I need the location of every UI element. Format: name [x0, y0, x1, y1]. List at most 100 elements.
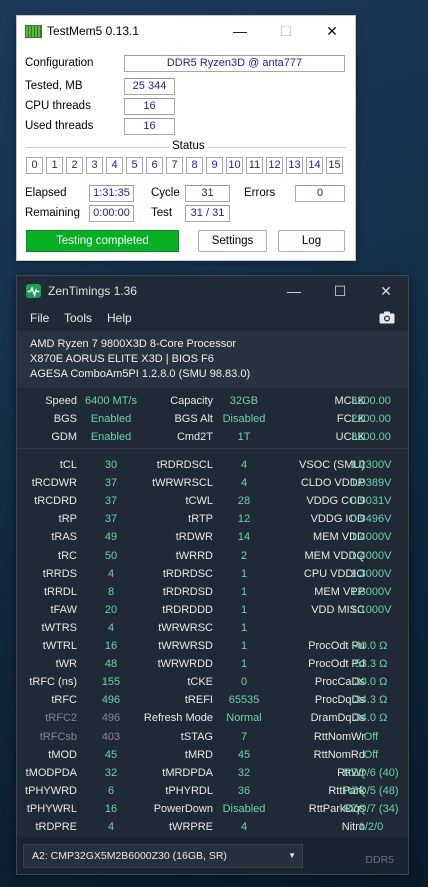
system-info-panel: AMD Ryzen 7 9800X3D 8-Core Processor X87…: [17, 331, 408, 385]
remaining-label: Remaining: [25, 207, 80, 219]
timing-label: tWRWRDD: [157, 658, 213, 671]
thread-status-cell: 13: [286, 157, 303, 174]
timing-label: tWRWRSD: [158, 640, 213, 652]
timing-value: 1.1000V: [350, 603, 392, 616]
timing-value: 3200.00: [351, 395, 391, 407]
timing-value: RZQ/7 (34): [343, 802, 399, 815]
footer-bar: A2: CMP32GX5M2B6000Z30 (16GB, SR) ▼ DDR5: [17, 837, 408, 874]
timing-label: tREFI: [184, 694, 213, 707]
config-value: DDR5 Ryzen3D @ anta777: [124, 55, 345, 72]
cycle-label: Cycle: [151, 187, 180, 199]
remaining-value: 0:00:00: [89, 205, 134, 222]
cpu-threads-label: CPU threads: [25, 100, 91, 112]
timing-label: tMRDPDA: [162, 766, 213, 779]
timing-label: tRCDWR: [31, 477, 77, 490]
close-button[interactable]: ✕: [309, 16, 355, 46]
timing-label: tRTP: [188, 513, 213, 526]
timing-label: tCL: [59, 459, 77, 471]
timing-value: 0.9031V: [350, 495, 392, 508]
elapsed-value: 1:31:35: [89, 185, 134, 202]
module-select[interactable]: A2: CMP32GX5M2B6000Z30 (16GB, SR) ▼: [23, 844, 303, 868]
minimize-button[interactable]: —: [217, 16, 263, 46]
timing-value: 1.4000V: [350, 531, 392, 544]
thread-status-cell: 8: [186, 157, 203, 174]
cpu-name: AMD Ryzen 7 9800X3D 8-Core Processor: [30, 338, 237, 350]
timing-label: tCWL: [185, 495, 214, 508]
memory-type: DDR5: [365, 854, 394, 866]
timing-label: tRFC2: [45, 712, 77, 725]
maximize-button: ☐: [279, 23, 293, 39]
timing-label: tWTRS: [41, 621, 77, 634]
timing-label: Speed: [45, 395, 77, 407]
close-button[interactable]: ✕: [363, 276, 409, 306]
timing-value: 1.8000V: [350, 585, 392, 598]
board-name: X870E AORUS ELITE X3D | BIOS F6: [30, 353, 214, 365]
thread-status-cell: 9: [206, 157, 223, 174]
log-button[interactable]: Log: [278, 230, 345, 252]
settings-button[interactable]: Settings: [198, 230, 267, 252]
timing-label: tMRD: [184, 748, 213, 761]
maximize-button[interactable]: ☐: [317, 276, 363, 306]
timing-label: tRAS: [51, 531, 77, 544]
timing-label: tRFC (ns): [29, 676, 77, 689]
timing-label: tWR: [55, 658, 77, 671]
cycle-value: 31: [185, 185, 230, 202]
timing-label: tWTRL: [42, 640, 77, 652]
menu-file[interactable]: File: [30, 311, 49, 325]
thread-status-cell: 12: [266, 157, 283, 174]
zentimings-window: ZenTimings 1.36 — ☐ ✕ File Tools Help AM…: [16, 275, 409, 875]
testmem5-window: TestMem5 0.13.1 — ☐ ✕ Configuration DDR5…: [16, 15, 356, 261]
zentimings-titlebar[interactable]: ZenTimings 1.36 — ☐ ✕: [17, 276, 408, 306]
tested-label: Tested, MB: [25, 80, 83, 92]
minimize-button[interactable]: —: [271, 276, 317, 306]
test-label: Test: [151, 207, 173, 219]
thread-status-cell: 5: [126, 157, 143, 174]
timing-value: 1.2300V: [350, 459, 392, 471]
timing-label: tWRWRSC: [158, 621, 213, 634]
thread-status-cell: 3: [86, 157, 103, 174]
timing-value: 1/2/0: [358, 821, 384, 833]
menu-tools[interactable]: Tools: [64, 311, 92, 325]
timing-value: Off: [363, 730, 379, 743]
module-select-value: A2: CMP32GX5M2B6000Z30 (16GB, SR): [32, 850, 227, 862]
menu-bar: File Tools Help: [17, 306, 408, 330]
timing-label: BGS Alt: [174, 413, 213, 425]
camera-icon[interactable]: [379, 311, 395, 324]
thread-status-cell: 6: [146, 157, 163, 174]
timing-label: tWRWRSCL: [152, 477, 213, 490]
timing-label: tRFC: [51, 694, 77, 707]
timing-value: 34.0 Ω: [354, 712, 388, 725]
timing-label: tRDWR: [175, 531, 213, 544]
timing-label: tCKE: [187, 676, 213, 689]
chevron-down-icon: ▼: [288, 851, 296, 860]
thread-status-cell: 2: [66, 157, 83, 174]
timing-label: tSTAG: [180, 730, 213, 743]
timing-label: tMODPDA: [25, 766, 77, 779]
thread-status-cell: 14: [306, 157, 323, 174]
timing-value: 30.0 Ω: [354, 676, 388, 689]
timing-label: PowerDown: [153, 802, 213, 815]
timing-label: Capacity: [170, 395, 213, 407]
section-divider: [17, 386, 408, 387]
timing-label: tRRDL: [43, 585, 77, 598]
timing-label: tWRRD: [175, 549, 213, 562]
timing-value: Off: [363, 748, 379, 761]
timing-label: tRDRDSD: [162, 585, 213, 598]
timing-label: tRDRDDD: [162, 603, 213, 616]
testmem5-titlebar[interactable]: TestMem5 0.13.1 — ☐ ✕: [17, 16, 355, 46]
tested-value: 25 344: [124, 78, 175, 95]
timing-label: tRRDS: [42, 567, 77, 580]
thread-status-cell: 1: [46, 157, 63, 174]
timing-label: tRDRDSCL: [156, 459, 213, 471]
memory-chip-icon: [25, 25, 42, 38]
menu-help[interactable]: Help: [107, 311, 132, 325]
thread-status-cell: 15: [326, 157, 343, 174]
config-label: Configuration: [25, 57, 94, 69]
timing-label: tPHYRDL: [165, 784, 213, 797]
test-value: 31 / 31: [185, 205, 230, 222]
timing-label: tMOD: [48, 748, 77, 761]
timing-label: GDM: [51, 431, 77, 443]
timing-value: 1.0389V: [350, 477, 392, 490]
timing-value: RZQ/6 (40): [343, 766, 399, 779]
status-label: Status: [169, 140, 208, 152]
